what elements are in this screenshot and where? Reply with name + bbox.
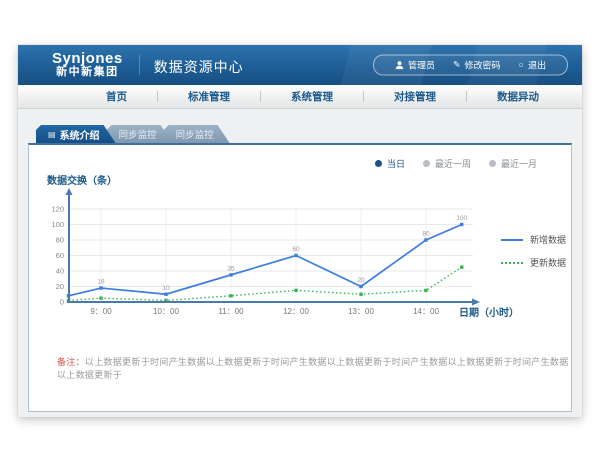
main-nav: 首页标准管理系统管理对接管理数据异动 — [18, 85, 582, 109]
power-icon: ○ — [519, 61, 524, 70]
svg-text:10：00: 10：00 — [153, 307, 179, 316]
tab-0[interactable]: ▤ 系统介绍 — [36, 125, 116, 143]
svg-text:10: 10 — [162, 285, 170, 292]
range-option-1[interactable]: 最近一周 — [423, 157, 471, 170]
range-option-label: 当日 — [387, 157, 405, 170]
legend-swatch — [501, 262, 523, 264]
line-chart: 0 20 40 60 80 100 120 18 10 35 60 20 80 100 9：00 10：00 1… — [39, 187, 509, 327]
svg-text:100: 100 — [51, 220, 64, 229]
change-password-label: 修改密码 — [465, 59, 501, 72]
range-filter: 当日 最近一周 最近一月 — [375, 157, 537, 170]
legend-swatch — [501, 239, 523, 241]
radio-icon — [423, 160, 430, 167]
svg-text:100: 100 — [456, 215, 467, 222]
svg-text:12：00: 12：00 — [283, 307, 309, 316]
svg-text:14：00: 14：00 — [413, 307, 439, 316]
admin-user-label: 管理员 — [408, 59, 435, 72]
logo-brand: Synjones — [52, 51, 123, 67]
radio-icon — [375, 160, 382, 167]
svg-text:20: 20 — [357, 277, 365, 284]
logo: Synjones 新中新集团 — [52, 51, 123, 78]
chart-panel: 当日 最近一周 最近一月 数据交换（条） 0 20 40 60 80 100 120 18 10 35… — [28, 143, 572, 412]
admin-user-button[interactable]: 管理员 — [386, 59, 444, 72]
range-option-label: 最近一周 — [435, 157, 471, 170]
nav-item-3[interactable]: 对接管理 — [364, 89, 466, 104]
list-icon: ▤ — [48, 130, 56, 139]
nav-item-1[interactable]: 标准管理 — [158, 89, 260, 104]
legend-label: 更新数据 — [530, 256, 566, 269]
svg-text:11：00: 11：00 — [218, 307, 244, 316]
legend-item-0: 新增数据 — [501, 233, 566, 246]
svg-text:80: 80 — [56, 236, 64, 245]
svg-text:35: 35 — [227, 265, 235, 272]
svg-text:18: 18 — [97, 279, 105, 286]
header-divider — [139, 55, 140, 75]
svg-text:60: 60 — [56, 251, 64, 260]
chart-legend: 新增数据更新数据 — [501, 233, 566, 269]
nav-item-4[interactable]: 数据异动 — [467, 89, 569, 104]
chart-x-labels: 9：00 10：00 11：00 12：00 13：00 14：00 — [90, 307, 439, 316]
tab-label: 系统介绍 — [60, 127, 100, 142]
svg-text:0: 0 — [60, 298, 64, 307]
svg-text:9：00: 9：00 — [90, 307, 112, 316]
footnote-text: 以上数据更新于时间产生数据以上数据更新于时间产生数据以上数据更新于时间产生数据以… — [57, 357, 569, 380]
radio-icon — [489, 160, 496, 167]
user-icon — [395, 61, 404, 70]
y-axis-title: 数据交换（条） — [47, 172, 117, 187]
tab-label: 同步监控 — [119, 127, 157, 141]
nav-item-2[interactable]: 系统管理 — [261, 89, 363, 104]
edit-icon: ✎ — [453, 61, 461, 70]
page-title: 数据资源中心 — [154, 57, 244, 77]
range-option-2[interactable]: 最近一月 — [489, 157, 537, 170]
footnote-label: 备注： — [57, 357, 85, 367]
logout-label: 退出 — [528, 59, 546, 72]
nav-item-0[interactable]: 首页 — [76, 89, 157, 104]
chart-grid — [69, 207, 473, 302]
svg-text:60: 60 — [292, 246, 300, 253]
app-window: Synjones 新中新集团 数据资源中心 管理员 ✎ 修改密码 ○ 退出 首页… — [18, 45, 582, 417]
content-area: ▤ 系统介绍 同步监控 同步监控 当日 最近一周 最近一月 数据交换（条） 0 20 40 60… — [18, 109, 582, 417]
svg-text:40: 40 — [56, 267, 64, 276]
tab-2[interactable]: 同步监控 — [164, 125, 230, 143]
svg-text:13：00: 13：00 — [348, 307, 374, 316]
header: Synjones 新中新集团 数据资源中心 管理员 ✎ 修改密码 ○ 退出 — [18, 45, 582, 85]
chart-y-labels: 0 20 40 60 80 100 120 — [51, 205, 64, 307]
range-option-label: 最近一月 — [501, 157, 537, 170]
change-password-button[interactable]: ✎ 修改密码 — [444, 59, 510, 72]
footnote: 备注：以上数据更新于时间产生数据以上数据更新于时间产生数据以上数据更新于时间产生… — [57, 355, 571, 381]
user-menu: 管理员 ✎ 修改密码 ○ 退出 — [373, 55, 568, 76]
logo-company: 新中新集团 — [52, 67, 123, 79]
svg-text:80: 80 — [422, 231, 430, 238]
chart-series-0: 18 10 35 60 20 80 100 — [67, 215, 468, 298]
svg-text:120: 120 — [51, 205, 64, 214]
tab-label: 同步监控 — [176, 127, 214, 141]
svg-text:20: 20 — [56, 282, 64, 291]
legend-label: 新增数据 — [530, 233, 566, 246]
range-option-0[interactable]: 当日 — [375, 157, 405, 170]
tab-1[interactable]: 同步监控 — [107, 125, 173, 143]
logout-button[interactable]: ○ 退出 — [510, 59, 555, 72]
x-axis-title: 日期（小时） — [459, 304, 519, 319]
tab-bar: ▤ 系统介绍 同步监控 同步监控 — [36, 125, 230, 143]
legend-item-1: 更新数据 — [501, 256, 566, 269]
